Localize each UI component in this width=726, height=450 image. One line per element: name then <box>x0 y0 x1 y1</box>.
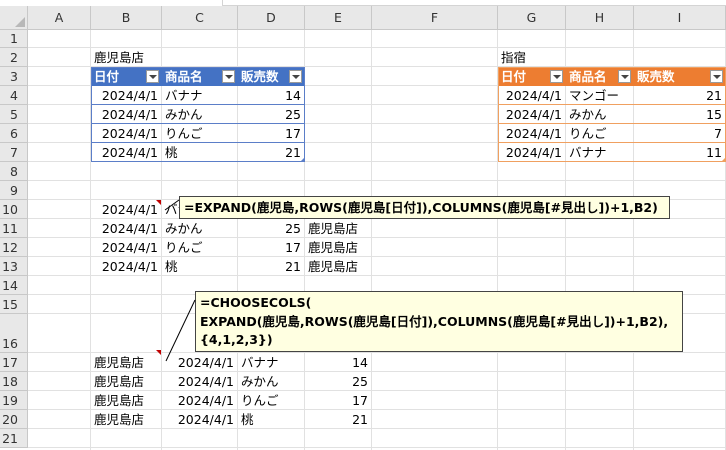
comment-expand-text: =EXPAND(鹿児島,ROWS(鹿児島[日付]),COLUMNS(鹿児島[#見… <box>184 200 658 215</box>
table-ibusuki-frame <box>498 67 726 162</box>
row-header-17[interactable]: 17 <box>0 353 28 372</box>
expand-product-2[interactable]: みかん <box>162 219 238 238</box>
choosecols-product-3[interactable]: りんご <box>238 391 305 410</box>
choosecols-store-3[interactable]: 鹿児島店 <box>91 391 162 410</box>
comment-choosecols-line-2: EXPAND(鹿児島,ROWS(鹿児島[日付]),COLUMNS(鹿児島[#見出… <box>200 313 669 329</box>
row-header-2[interactable]: 2 <box>0 48 28 67</box>
expand-date-1[interactable]: 2024/4/1 <box>91 200 158 219</box>
expand-store-4[interactable]: 鹿児島店 <box>305 257 372 276</box>
expand-store-3[interactable]: 鹿児島店 <box>305 238 372 257</box>
choosecols-date-4[interactable]: 2024/4/1 <box>162 410 234 429</box>
expand-qty-3[interactable]: 17 <box>238 238 301 257</box>
comment-expand-formula: =EXPAND(鹿児島,ROWS(鹿児島[日付]),COLUMNS(鹿児島[#見… <box>179 196 670 219</box>
row-header-1[interactable]: 1 <box>0 30 28 48</box>
row-header-13[interactable]: 13 <box>0 257 28 276</box>
row-header-6[interactable]: 6 <box>0 124 28 143</box>
row-header-5[interactable]: 5 <box>0 105 28 124</box>
column-header-c[interactable]: C <box>162 6 238 30</box>
row-header-9[interactable]: 9 <box>0 181 28 200</box>
row-header-19[interactable]: 19 <box>0 391 28 410</box>
choosecols-qty-4[interactable]: 21 <box>305 410 368 429</box>
expand-store-2[interactable]: 鹿児島店 <box>305 219 372 238</box>
column-header-i[interactable]: I <box>634 6 726 30</box>
row-header-4[interactable]: 4 <box>0 86 28 105</box>
column-header-g[interactable]: G <box>498 6 566 30</box>
comment-choosecols-formula: =CHOOSECOLS( EXPAND(鹿児島,ROWS(鹿児島[日付]),CO… <box>195 291 683 352</box>
comment-choosecols-line-1: =CHOOSECOLS( <box>200 295 312 310</box>
row-header-21[interactable]: 21 <box>0 429 28 448</box>
column-header-f[interactable]: F <box>372 6 498 30</box>
column-header-e[interactable]: E <box>305 6 372 30</box>
column-header-a[interactable]: A <box>28 6 91 30</box>
table-ibusuki-title[interactable]: 指宿 <box>498 48 566 67</box>
comment-indicator <box>156 350 161 355</box>
choosecols-date-2[interactable]: 2024/4/1 <box>162 372 234 391</box>
choosecols-store-2[interactable]: 鹿児島店 <box>91 372 162 391</box>
choosecols-qty-1[interactable]: 14 <box>305 353 368 372</box>
choosecols-qty-3[interactable]: 17 <box>305 391 368 410</box>
gridline-h <box>28 180 726 181</box>
row-header-15[interactable]: 15 <box>0 295 28 314</box>
choosecols-store-1[interactable]: 鹿児島店 <box>91 353 162 372</box>
table-kagoshima-frame <box>91 67 305 162</box>
row-header-14[interactable]: 14 <box>0 276 28 295</box>
row-header-8[interactable]: 8 <box>0 162 28 181</box>
expand-product-4[interactable]: 桃 <box>162 257 238 276</box>
expand-date-2[interactable]: 2024/4/1 <box>91 219 158 238</box>
table-resize-handle[interactable] <box>722 157 726 161</box>
select-all-corner[interactable] <box>0 6 28 30</box>
row-header-20[interactable]: 20 <box>0 410 28 429</box>
column-header-b[interactable]: B <box>91 6 162 30</box>
expand-date-4[interactable]: 2024/4/1 <box>91 257 158 276</box>
choosecols-date-3[interactable]: 2024/4/1 <box>162 391 234 410</box>
expand-qty-2[interactable]: 25 <box>238 219 301 238</box>
column-header-d[interactable]: D <box>238 6 305 30</box>
gridline-h <box>28 447 726 448</box>
table-kagoshima-title[interactable]: 鹿児島店 <box>91 48 162 67</box>
choosecols-product-4[interactable]: 桃 <box>238 410 305 429</box>
row-header-11[interactable]: 11 <box>0 219 28 238</box>
column-header-h[interactable]: H <box>566 6 634 30</box>
row-header-3[interactable]: 3 <box>0 67 28 86</box>
table-resize-handle[interactable] <box>301 157 305 161</box>
comment-indicator <box>156 200 161 205</box>
choosecols-date-1[interactable]: 2024/4/1 <box>162 353 234 372</box>
choosecols-product-2[interactable]: みかん <box>238 372 305 391</box>
choosecols-store-4[interactable]: 鹿児島店 <box>91 410 162 429</box>
expand-date-3[interactable]: 2024/4/1 <box>91 238 158 257</box>
comment-choosecols-line-3: {4,1,2,3}) <box>200 332 273 347</box>
choosecols-qty-2[interactable]: 25 <box>305 372 368 391</box>
row-header-7[interactable]: 7 <box>0 143 28 162</box>
choosecols-product-1[interactable]: バナナ <box>238 353 305 372</box>
row-header-16[interactable]: 16 <box>0 314 28 353</box>
expand-product-3[interactable]: りんご <box>162 238 238 257</box>
row-header-18[interactable]: 18 <box>0 372 28 391</box>
row-header-10[interactable]: 10 <box>0 200 28 219</box>
row-header-12[interactable]: 12 <box>0 238 28 257</box>
expand-qty-4[interactable]: 21 <box>238 257 301 276</box>
